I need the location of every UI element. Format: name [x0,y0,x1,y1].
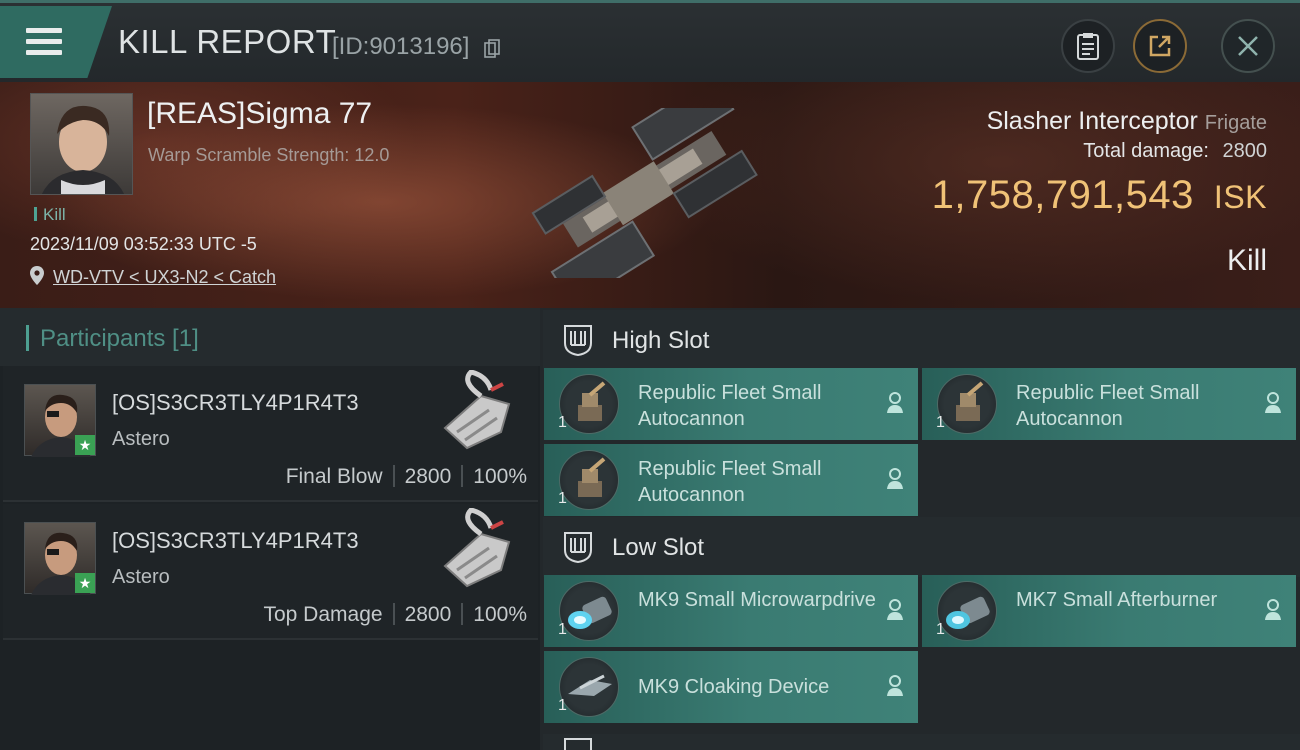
module-item[interactable]: 1 Republic Fleet Small Autocannon [922,368,1296,440]
module-name: Republic Fleet Small Autocannon [638,382,822,430]
victim-portrait[interactable] [30,93,133,195]
participants-panel: Participants [1] ★ [OS]S3CR3TLY4P1R4T3 A… [0,308,540,750]
module-quantity: 1 [558,697,567,714]
person-icon[interactable] [886,468,904,490]
close-icon [1238,36,1258,56]
share-button[interactable] [1133,19,1187,73]
module-item[interactable]: 1 Republic Fleet Small Autocannon [544,368,918,440]
star-icon: ★ [75,435,95,455]
module-name: Republic Fleet Small Autocannon [638,458,822,506]
ship-class: Frigate [1204,112,1267,134]
high-slot-header: High Slot [543,310,1300,370]
person-icon[interactable] [1264,392,1282,414]
kill-tag: Kill [34,205,66,225]
copy-icon[interactable] [484,39,500,58]
isk-value: 1,758,791,543 ISK [932,173,1267,218]
module-quantity: 1 [936,621,945,638]
module-name: MK7 Small Afterburner [1016,589,1218,611]
participants-header[interactable]: Participants [1] [0,308,540,366]
participant-stats: Top Damage 2800 100% [263,603,527,627]
module-item[interactable]: 1 MK9 Small Microwarpdrive [544,575,918,647]
kill-datetime: 2023/11/09 03:52:33 UTC -5 [30,234,257,254]
autocannon-icon [937,374,997,434]
victim-subtitle: Warp Scramble Strength: 12.0 [148,145,390,165]
pilot-avatar-icon [42,105,124,194]
victim-ship-name[interactable]: Slasher Interceptor Frigate [987,107,1267,136]
victim-ship-image[interactable] [520,108,780,278]
share-icon [1149,35,1171,57]
person-icon[interactable] [1264,599,1282,621]
person-icon[interactable] [886,675,904,697]
participant-damage: 2800 [404,603,452,626]
isk-amount: 1,758,791,543 [931,173,1194,217]
mid-slot-header [543,734,1300,750]
high-slot-title: High Slot [612,327,710,354]
fitting-panel: High Slot 1 Republic Fleet Small Autocan… [540,308,1300,750]
avatar[interactable]: ★ [24,522,96,595]
report-id: [ID:9013196] [332,33,470,60]
total-damage: Total damage: 2800 [1083,140,1267,163]
total-damage-label: Total damage: [1083,140,1209,162]
page-title: KILL REPORT [118,23,337,60]
participant-percent: 100% [473,465,527,488]
result-label: Kill [1226,244,1267,277]
person-icon[interactable] [886,599,904,621]
module-quantity: 1 [936,414,945,431]
isk-unit: ISK [1213,179,1267,215]
mid-slot-icon [564,738,592,750]
module-name: Republic Fleet Small Autocannon [1016,382,1200,430]
module-name: MK9 Small Microwarpdrive [638,589,876,611]
participant-percent: 100% [473,603,527,626]
location-link[interactable]: WD-VTV < UX3-N2 < Catch [53,267,276,288]
module-item[interactable]: 1 MK9 Cloaking Device [544,651,918,723]
clipboard-icon [1077,33,1099,60]
module-name: MK9 Cloaking Device [638,676,830,698]
participant-role: Final Blow [285,465,383,488]
star-icon: ★ [75,573,95,593]
top-bar: KILL REPORT [ID:9013196] [0,0,1300,82]
menu-button[interactable] [0,6,112,78]
participant-name: [OS]S3CR3TLY4P1R4T3 [112,390,359,415]
participant-ship: Astero [112,566,170,588]
person-icon[interactable] [886,392,904,414]
total-damage-value: 2800 [1222,140,1268,162]
astero-ship-icon [443,508,511,588]
participant-name: [OS]S3CR3TLY4P1R4T3 [112,528,359,553]
module-item[interactable]: 1 Republic Fleet Small Autocannon [544,444,918,516]
autocannon-icon [559,374,619,434]
module-quantity: 1 [558,414,567,431]
module-quantity: 1 [558,490,567,507]
high-slot-icon [564,325,592,357]
module-quantity: 1 [558,621,567,638]
afterburner-icon [937,581,997,641]
autocannon-icon [559,450,619,510]
victim-name[interactable]: [REAS]Sigma 77 [147,97,372,131]
module-item[interactable]: 1 MK7 Small Afterburner [922,575,1296,647]
low-slot-icon [564,532,592,564]
participant-row[interactable]: ★ [OS]S3CR3TLY4P1R4T3 Astero Final Blow 2… [3,366,538,502]
astero-ship-icon [443,370,511,450]
participant-ship: Astero [112,428,170,450]
ship-type: Slasher Interceptor [986,107,1198,135]
avatar[interactable]: ★ [24,384,96,457]
menu-icon [26,28,62,56]
low-slot-header: Low Slot [543,517,1300,577]
location-pin-icon [30,266,44,285]
participants-title: Participants [1] [40,325,199,352]
cloaking-device-icon [559,657,619,717]
participant-damage: 2800 [404,465,452,488]
participant-row[interactable]: ★ [OS]S3CR3TLY4P1R4T3 Astero Top Damage 2… [3,504,538,640]
low-slot-title: Low Slot [612,534,705,561]
close-button[interactable] [1221,19,1275,73]
participant-role: Top Damage [263,603,383,626]
participant-stats: Final Blow 2800 100% [286,465,527,489]
microwarpdrive-icon [559,581,619,641]
clipboard-button[interactable] [1061,19,1115,73]
